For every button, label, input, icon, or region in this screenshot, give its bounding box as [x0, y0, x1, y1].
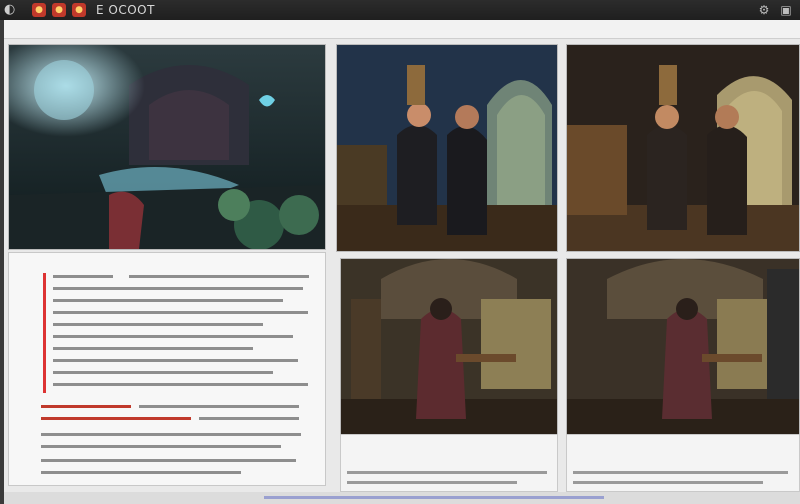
- text-line: [53, 311, 308, 314]
- app-title: E OCOOT: [96, 3, 155, 17]
- text-line: [53, 287, 303, 290]
- menu-bar: [4, 20, 800, 39]
- text-line: [53, 347, 253, 350]
- text-line: [41, 459, 296, 462]
- document-page: [8, 252, 326, 486]
- text-line: [129, 275, 309, 278]
- caption-line: [573, 481, 763, 484]
- bottom-scrollbar[interactable]: [4, 492, 800, 504]
- text-line: [53, 323, 263, 326]
- interior-scene-1-image: [337, 45, 557, 251]
- close-icon[interactable]: ●: [32, 3, 46, 17]
- image-panel-interior-3[interactable]: [340, 258, 558, 436]
- image-panel-interior-1[interactable]: [336, 44, 558, 252]
- scroll-thumb[interactable]: [264, 496, 604, 499]
- interior-scene-3-image: [341, 259, 557, 435]
- app-logo-icon: ◐: [4, 2, 16, 17]
- text-line: [53, 335, 293, 338]
- view-icon[interactable]: ▣: [778, 2, 794, 18]
- text-line: [41, 471, 241, 474]
- interior-scene-2-image: [567, 45, 799, 251]
- text-line: [139, 405, 299, 408]
- maximize-icon[interactable]: ●: [72, 3, 86, 17]
- text-line: [53, 383, 308, 386]
- image-panel-garden[interactable]: [8, 44, 326, 250]
- image-panel-interior-2[interactable]: [566, 44, 800, 252]
- main-window: [4, 20, 800, 504]
- highlight-line: [41, 405, 131, 408]
- caption-line: [347, 471, 547, 474]
- caption-box-1: [340, 434, 558, 492]
- text-line: [53, 275, 113, 278]
- highlight-line: [41, 417, 191, 420]
- window-controls: ⚙ ▣: [756, 2, 794, 18]
- interior-scene-4-image: [567, 259, 799, 435]
- title-bar: ◐ ● ● ● E OCOOT ⚙ ▣: [0, 0, 800, 20]
- text-line: [199, 417, 299, 420]
- text-line: [53, 359, 298, 362]
- caption-line: [347, 481, 517, 484]
- garden-scene-image: [9, 45, 325, 249]
- settings-icon[interactable]: ⚙: [756, 2, 772, 18]
- text-line: [53, 299, 283, 302]
- image-panel-interior-4[interactable]: [566, 258, 800, 436]
- caption-line: [573, 471, 788, 474]
- text-line: [53, 371, 273, 374]
- text-line: [41, 445, 281, 448]
- caption-box-2: [566, 434, 800, 492]
- minimize-icon[interactable]: ●: [52, 3, 66, 17]
- text-line: [41, 433, 301, 436]
- margin-rule: [43, 273, 46, 393]
